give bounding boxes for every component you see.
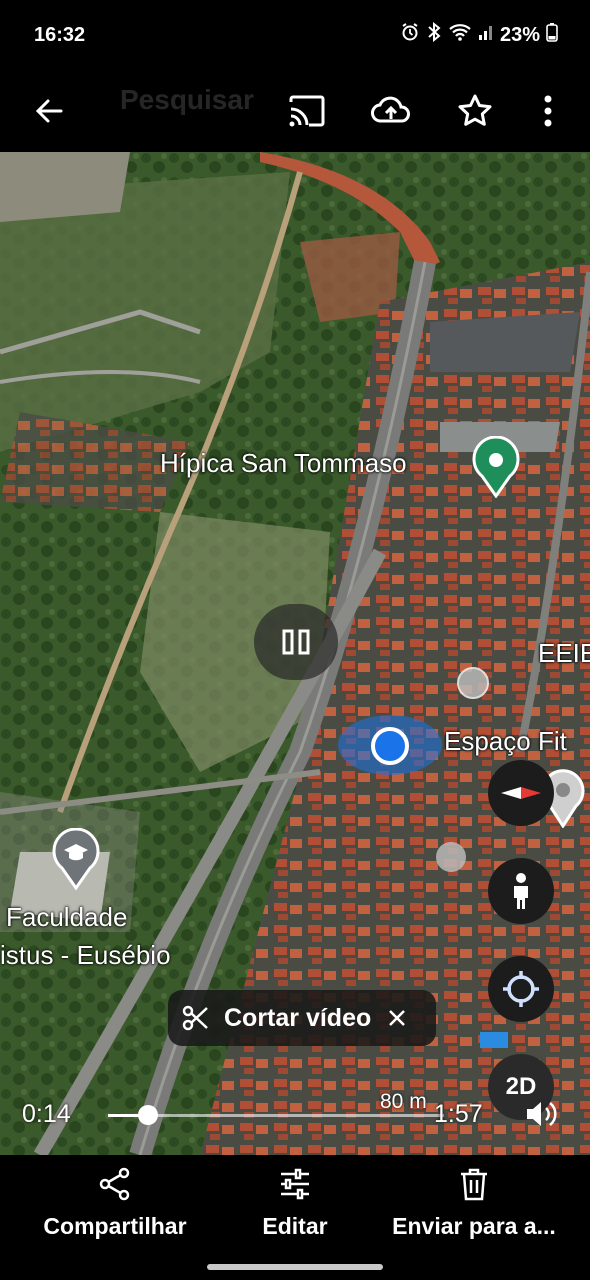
edit-button[interactable]: Editar	[255, 1167, 335, 1240]
poi-label-eeie[interactable]: EEIE	[538, 638, 590, 669]
back-arrow-icon	[35, 99, 63, 123]
share-label: Compartilhar	[43, 1213, 187, 1239]
my-location-button[interactable]	[488, 956, 554, 1022]
status-bar: 16:32 23%	[0, 0, 590, 70]
crosshair-icon	[503, 971, 539, 1007]
search-text-behind: Pesquisar	[120, 84, 254, 115]
pause-icon	[282, 629, 310, 655]
send-to-label: Enviar para a...	[392, 1213, 556, 1239]
wifi-icon	[448, 22, 472, 48]
poi-label-faculdade-2[interactable]: istus - Eusébio	[0, 940, 171, 971]
cast-button[interactable]	[278, 82, 336, 140]
status-time: 16:32	[34, 24, 86, 46]
alarm-icon	[400, 22, 420, 48]
volume-icon	[527, 1102, 557, 1126]
grey-poi-marker-2[interactable]	[434, 840, 468, 879]
scissors-icon	[182, 1005, 208, 1031]
share-icon	[99, 1167, 130, 1201]
current-time: 0:14	[22, 1100, 71, 1128]
battery-icon	[546, 22, 558, 48]
total-time: 1:57	[434, 1100, 483, 1128]
bluetooth-icon	[426, 21, 442, 48]
school-pin-icon[interactable]	[50, 827, 102, 895]
compass-icon	[501, 787, 541, 799]
upload-button[interactable]	[362, 82, 420, 140]
place-pin-icon[interactable]	[470, 435, 522, 503]
back-button[interactable]	[20, 82, 78, 140]
send-to-button[interactable]: Enviar para a...	[388, 1167, 560, 1240]
favorite-button[interactable]	[446, 82, 504, 140]
video-toolbar: Pesquisar	[0, 70, 590, 152]
more-vert-icon	[544, 95, 552, 127]
poi-label-faculdade-1[interactable]: Faculdade	[6, 902, 127, 933]
bottom-action-bar: Compartilhar Editar Enviar para a...	[0, 1155, 590, 1280]
battery-text: 23%	[499, 23, 540, 46]
video-timeline: 0:14 80 m 1:57	[0, 1090, 590, 1142]
trash-icon	[461, 1168, 487, 1201]
poi-label-espaco[interactable]: Espaço Fit	[444, 726, 567, 757]
seek-track[interactable]	[108, 1105, 444, 1125]
signal-icon	[478, 22, 494, 48]
poi-label-hipica[interactable]: Hípica San Tommaso	[160, 448, 407, 479]
cast-icon	[289, 95, 325, 127]
home-indicator[interactable]	[207, 1264, 383, 1270]
edit-label: Editar	[262, 1213, 328, 1239]
my-location-dot	[370, 726, 410, 771]
cut-video-chip[interactable]: Cortar vídeo	[168, 990, 436, 1046]
compass-button[interactable]	[488, 760, 554, 826]
street-view-button[interactable]	[488, 858, 554, 924]
cloud-upload-icon	[371, 96, 410, 123]
sliders-icon	[281, 1168, 309, 1200]
satellite-map[interactable]: Hípica San Tommaso EEIE Espaço Fit Facul…	[0, 152, 590, 1155]
star-icon	[458, 94, 492, 126]
more-options-button[interactable]	[520, 82, 576, 140]
grey-poi-marker[interactable]	[456, 666, 490, 705]
close-icon[interactable]	[387, 1008, 407, 1028]
volume-button[interactable]	[524, 1098, 560, 1135]
map-scale-label: 80 m	[380, 1090, 427, 1113]
pegman-icon	[514, 873, 528, 909]
seek-thumb[interactable]	[138, 1105, 159, 1125]
status-icons: 23%	[400, 21, 558, 48]
cut-video-label: Cortar vídeo	[224, 1003, 372, 1032]
share-button[interactable]: Compartilhar	[40, 1167, 190, 1240]
pause-button[interactable]	[254, 604, 338, 680]
